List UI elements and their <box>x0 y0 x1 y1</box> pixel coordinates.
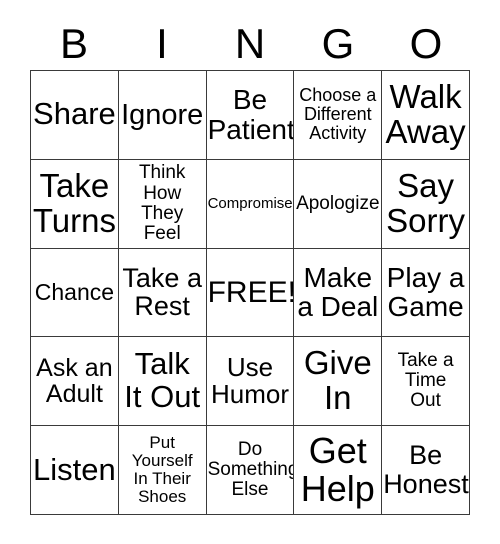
bingo-cell-label: Take Turns <box>32 166 116 239</box>
bingo-header-letter-b: B <box>59 20 88 67</box>
bingo-cell[interactable]: Ask an Adult <box>31 337 119 427</box>
bingo-cell[interactable]: Take a Time Out <box>382 337 470 427</box>
bingo-cell-label: Apologize <box>296 192 380 214</box>
bingo-cell[interactable]: Be Honest <box>382 426 470 515</box>
bingo-cell[interactable]: Use Humor <box>206 337 295 427</box>
bingo-cell[interactable]: Choose a Different Activity <box>294 71 383 160</box>
bingo-cell[interactable]: Make a Deal <box>294 248 383 338</box>
bingo-cell-free-space[interactable]: FREE! <box>206 248 295 338</box>
bingo-cell-label: Ask an Adult <box>36 353 113 409</box>
bingo-cell[interactable]: Walk Away <box>382 71 470 160</box>
bingo-cell[interactable]: Think How They Feel <box>118 159 207 249</box>
bingo-cell-label: Take a Time Out <box>397 350 454 412</box>
bingo-cell-label: Share <box>33 96 116 132</box>
bingo-grid: Share Ignore Be Patient Choose a Differe… <box>30 70 470 515</box>
bingo-cell[interactable]: Listen <box>31 426 119 515</box>
bingo-cell[interactable]: Give In <box>294 337 383 427</box>
bingo-header-letter-o: O <box>409 20 443 67</box>
bingo-cell-label: Talk It Out <box>124 346 201 415</box>
bingo-cell-label: Think How They Feel <box>138 162 186 244</box>
bingo-cell-label: Chance <box>34 279 115 306</box>
bingo-cell-label: Get Help <box>300 429 375 510</box>
bingo-cell-label: Take a Rest <box>122 262 202 322</box>
bingo-card: B I N G O Share Ignore Be Patient Choose… <box>0 0 500 544</box>
bingo-cell[interactable]: Get Help <box>294 426 383 515</box>
bingo-cell[interactable]: Say Sorry <box>382 159 470 249</box>
bingo-cell-label: Say Sorry <box>386 166 466 239</box>
bingo-cell[interactable]: Apologize <box>294 159 383 249</box>
bingo-cell-label: Use Humor <box>210 351 289 410</box>
bingo-cell-label: FREE! <box>207 275 295 309</box>
bingo-cell[interactable]: Ignore <box>118 71 207 160</box>
bingo-cell-label: Give In <box>303 344 372 417</box>
bingo-header-letter-n: N <box>234 20 266 67</box>
bingo-header-letter-i: I <box>156 20 168 67</box>
bingo-cell[interactable]: Talk It Out <box>118 337 207 427</box>
bingo-cell[interactable]: Take a Rest <box>118 248 207 338</box>
bingo-cell-label: Do Something Else <box>207 438 295 501</box>
bingo-cell[interactable]: Take Turns <box>31 159 119 249</box>
bingo-cell-label: Be Patient <box>207 84 295 145</box>
bingo-cell[interactable]: Put Yourself In Their Shoes <box>118 426 207 515</box>
bingo-cell-label: Ignore <box>121 98 204 131</box>
bingo-cell-label: Compromise <box>207 194 293 212</box>
bingo-cell[interactable]: Be Patient <box>206 71 295 160</box>
bingo-cell-label: Put Yourself In Their Shoes <box>131 433 193 507</box>
bingo-cell[interactable]: Chance <box>31 248 119 338</box>
bingo-cell[interactable]: Compromise <box>206 159 295 249</box>
bingo-cell-label: Walk Away <box>385 77 466 150</box>
bingo-header-letter-g: G <box>321 20 355 67</box>
bingo-cell-label: Be Honest <box>383 440 469 500</box>
bingo-cell-label: Make a Deal <box>297 261 379 323</box>
bingo-cell[interactable]: Do Something Else <box>206 426 295 515</box>
bingo-cell-label: Play a Game <box>386 261 465 323</box>
bingo-cell[interactable]: Play a Game <box>382 248 470 338</box>
bingo-cell-label: Listen <box>33 451 116 487</box>
bingo-cell[interactable]: Share <box>31 71 119 160</box>
bingo-header-row: B I N G O <box>30 18 470 70</box>
bingo-cell-label: Choose a Different Activity <box>299 85 377 144</box>
